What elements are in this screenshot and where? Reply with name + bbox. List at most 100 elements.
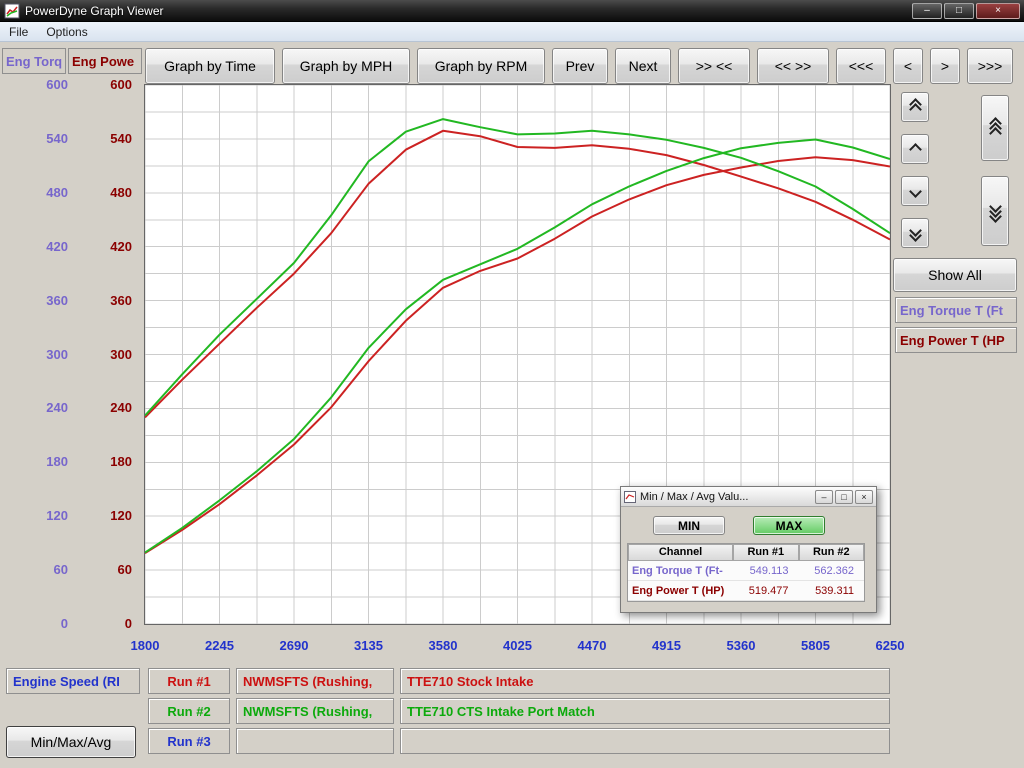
- scroll-down-button[interactable]: [901, 176, 929, 206]
- rpm-axis-tick-label: 3580: [418, 638, 468, 653]
- graph-by-time-button[interactable]: Graph by Time: [145, 48, 275, 84]
- power-max-run1: 519.477: [733, 585, 798, 597]
- torque-axis-tick-label: 120: [28, 508, 68, 523]
- run1-label[interactable]: Run #1: [148, 668, 230, 694]
- torque-axis-tick-label: 240: [28, 400, 68, 415]
- close-button[interactable]: ×: [976, 3, 1020, 19]
- minmax-window[interactable]: Min / Max / Avg Valu... – □ × MIN MAX Ch…: [620, 486, 877, 613]
- show-all-button[interactable]: Show All: [893, 258, 1017, 292]
- torque-axis-tick-label: 540: [28, 131, 68, 146]
- maximize-button[interactable]: □: [944, 3, 974, 19]
- zoom-in-x-button[interactable]: >> <<: [678, 48, 750, 84]
- torque-axis-tick-label: 300: [28, 347, 68, 362]
- torque-axis-header[interactable]: Eng Torq: [2, 48, 66, 74]
- scroll-down-fast-button[interactable]: [901, 218, 929, 248]
- chevron-down-icon: [909, 185, 922, 198]
- minmax-table: Channel Run #1 Run #2 Eng Torque T (Ft- …: [627, 543, 865, 602]
- rpm-axis-tick-label: 3135: [344, 638, 394, 653]
- prev-button[interactable]: Prev: [552, 48, 608, 84]
- minmax-body: MIN MAX Channel Run #1 Run #2 Eng Torque…: [621, 507, 876, 613]
- power-axis-tick-label: 360: [92, 293, 132, 308]
- run3-description-field[interactable]: [400, 728, 890, 754]
- chevron-up-icon: [909, 143, 922, 156]
- rpm-axis-tick-label: 6250: [865, 638, 915, 653]
- expand-y-down-button[interactable]: [981, 176, 1009, 246]
- column-header-channel[interactable]: Channel: [628, 544, 733, 561]
- minmax-window-title: Min / Max / Avg Valu...: [640, 491, 813, 503]
- table-row-torque: Eng Torque T (Ft- 549.113 562.362: [628, 561, 864, 581]
- next-button[interactable]: Next: [615, 48, 671, 84]
- minmax-table-header: Channel Run #1 Run #2: [628, 544, 864, 561]
- rpm-axis-tick-label: 1800: [120, 638, 170, 653]
- scroll-far-right-button[interactable]: >>>: [967, 48, 1013, 84]
- graph-by-mph-button[interactable]: Graph by MPH: [282, 48, 410, 84]
- torque-axis-tick-label: 60: [28, 562, 68, 577]
- power-axis-tick-label: 180: [92, 454, 132, 469]
- minmax-window-icon: [624, 491, 636, 503]
- minmax-title-bar[interactable]: Min / Max / Avg Valu... – □ ×: [621, 487, 876, 507]
- menu-options[interactable]: Options: [37, 22, 96, 42]
- legend-power-channel[interactable]: Eng Power T (HP: [895, 327, 1017, 353]
- legend-torque-channel[interactable]: Eng Torque T (Ft: [895, 297, 1017, 323]
- minmax-avg-button[interactable]: Min/Max/Avg: [6, 726, 136, 758]
- menu-bar: File Options: [0, 22, 1024, 42]
- rpm-axis-tick-label: 5360: [716, 638, 766, 653]
- scroll-up-fast-button[interactable]: [901, 92, 929, 122]
- power-axis-tick-label: 420: [92, 239, 132, 254]
- run2-label[interactable]: Run #2: [148, 698, 230, 724]
- power-axis-header[interactable]: Eng Powe: [68, 48, 142, 74]
- torque-max-run2: 562.362: [799, 565, 864, 577]
- channel-name: Eng Torque T (Ft-: [628, 565, 733, 577]
- power-axis-tick-label: 60: [92, 562, 132, 577]
- torque-max-run1: 549.113: [733, 565, 798, 577]
- app-icon: [4, 3, 20, 19]
- minimize-button[interactable]: –: [912, 3, 942, 19]
- torque-axis-tick-label: 0: [28, 616, 68, 631]
- graph-by-rpm-button[interactable]: Graph by RPM: [417, 48, 545, 84]
- power-axis-tick-label: 540: [92, 131, 132, 146]
- minmax-restore-button[interactable]: □: [835, 490, 853, 504]
- scroll-left-button[interactable]: <: [893, 48, 923, 84]
- power-axis-tick-label: 240: [92, 400, 132, 415]
- column-header-run1[interactable]: Run #1: [733, 544, 798, 561]
- table-row-power: Eng Power T (HP) 519.477 539.311: [628, 581, 864, 601]
- power-max-run2: 539.311: [799, 585, 864, 597]
- run2-description-field[interactable]: TTE710 CTS Intake Port Match: [400, 698, 890, 724]
- run1-description-field[interactable]: TTE710 Stock Intake: [400, 668, 890, 694]
- rpm-axis-tick-label: 4470: [567, 638, 617, 653]
- title-bar: PowerDyne Graph Viewer – □ ×: [0, 0, 1024, 22]
- max-toggle-button[interactable]: MAX: [753, 516, 825, 535]
- torque-axis-tick-label: 480: [28, 185, 68, 200]
- window-title: PowerDyne Graph Viewer: [25, 4, 910, 18]
- rpm-axis-tick-label: 5805: [791, 638, 841, 653]
- min-toggle-button[interactable]: MIN: [653, 516, 725, 535]
- rpm-axis-tick-label: 4915: [642, 638, 692, 653]
- x-axis-channel-field[interactable]: Engine Speed (RI: [6, 668, 140, 694]
- rpm-axis-tick-label: 2690: [269, 638, 319, 653]
- rpm-axis-tick-label: 4025: [493, 638, 543, 653]
- power-axis-tick-label: 120: [92, 508, 132, 523]
- torque-axis-tick-label: 600: [28, 77, 68, 92]
- power-axis-tick-label: 0: [92, 616, 132, 631]
- scroll-far-left-button[interactable]: <<<: [836, 48, 886, 84]
- run3-label[interactable]: Run #3: [148, 728, 230, 754]
- run3-source-field[interactable]: [236, 728, 394, 754]
- minmax-minimize-button[interactable]: –: [815, 490, 833, 504]
- power-axis-tick-label: 480: [92, 185, 132, 200]
- zoom-out-x-button[interactable]: << >>: [757, 48, 829, 84]
- scroll-up-button[interactable]: [901, 134, 929, 164]
- torque-axis-tick-label: 420: [28, 239, 68, 254]
- torque-axis-tick-label: 180: [28, 454, 68, 469]
- channel-name: Eng Power T (HP): [628, 585, 733, 597]
- run2-source-field[interactable]: NWMSFTS (Rushing,: [236, 698, 394, 724]
- power-axis-tick-label: 300: [92, 347, 132, 362]
- torque-axis-tick-label: 360: [28, 293, 68, 308]
- menu-file[interactable]: File: [0, 22, 37, 42]
- scroll-right-button[interactable]: >: [930, 48, 960, 84]
- column-header-run2[interactable]: Run #2: [799, 544, 864, 561]
- expand-y-up-button[interactable]: [981, 95, 1009, 161]
- run1-source-field[interactable]: NWMSFTS (Rushing,: [236, 668, 394, 694]
- toolbar: Graph by Time Graph by MPH Graph by RPM …: [145, 48, 1013, 84]
- minmax-close-button[interactable]: ×: [855, 490, 873, 504]
- power-axis-tick-label: 600: [92, 77, 132, 92]
